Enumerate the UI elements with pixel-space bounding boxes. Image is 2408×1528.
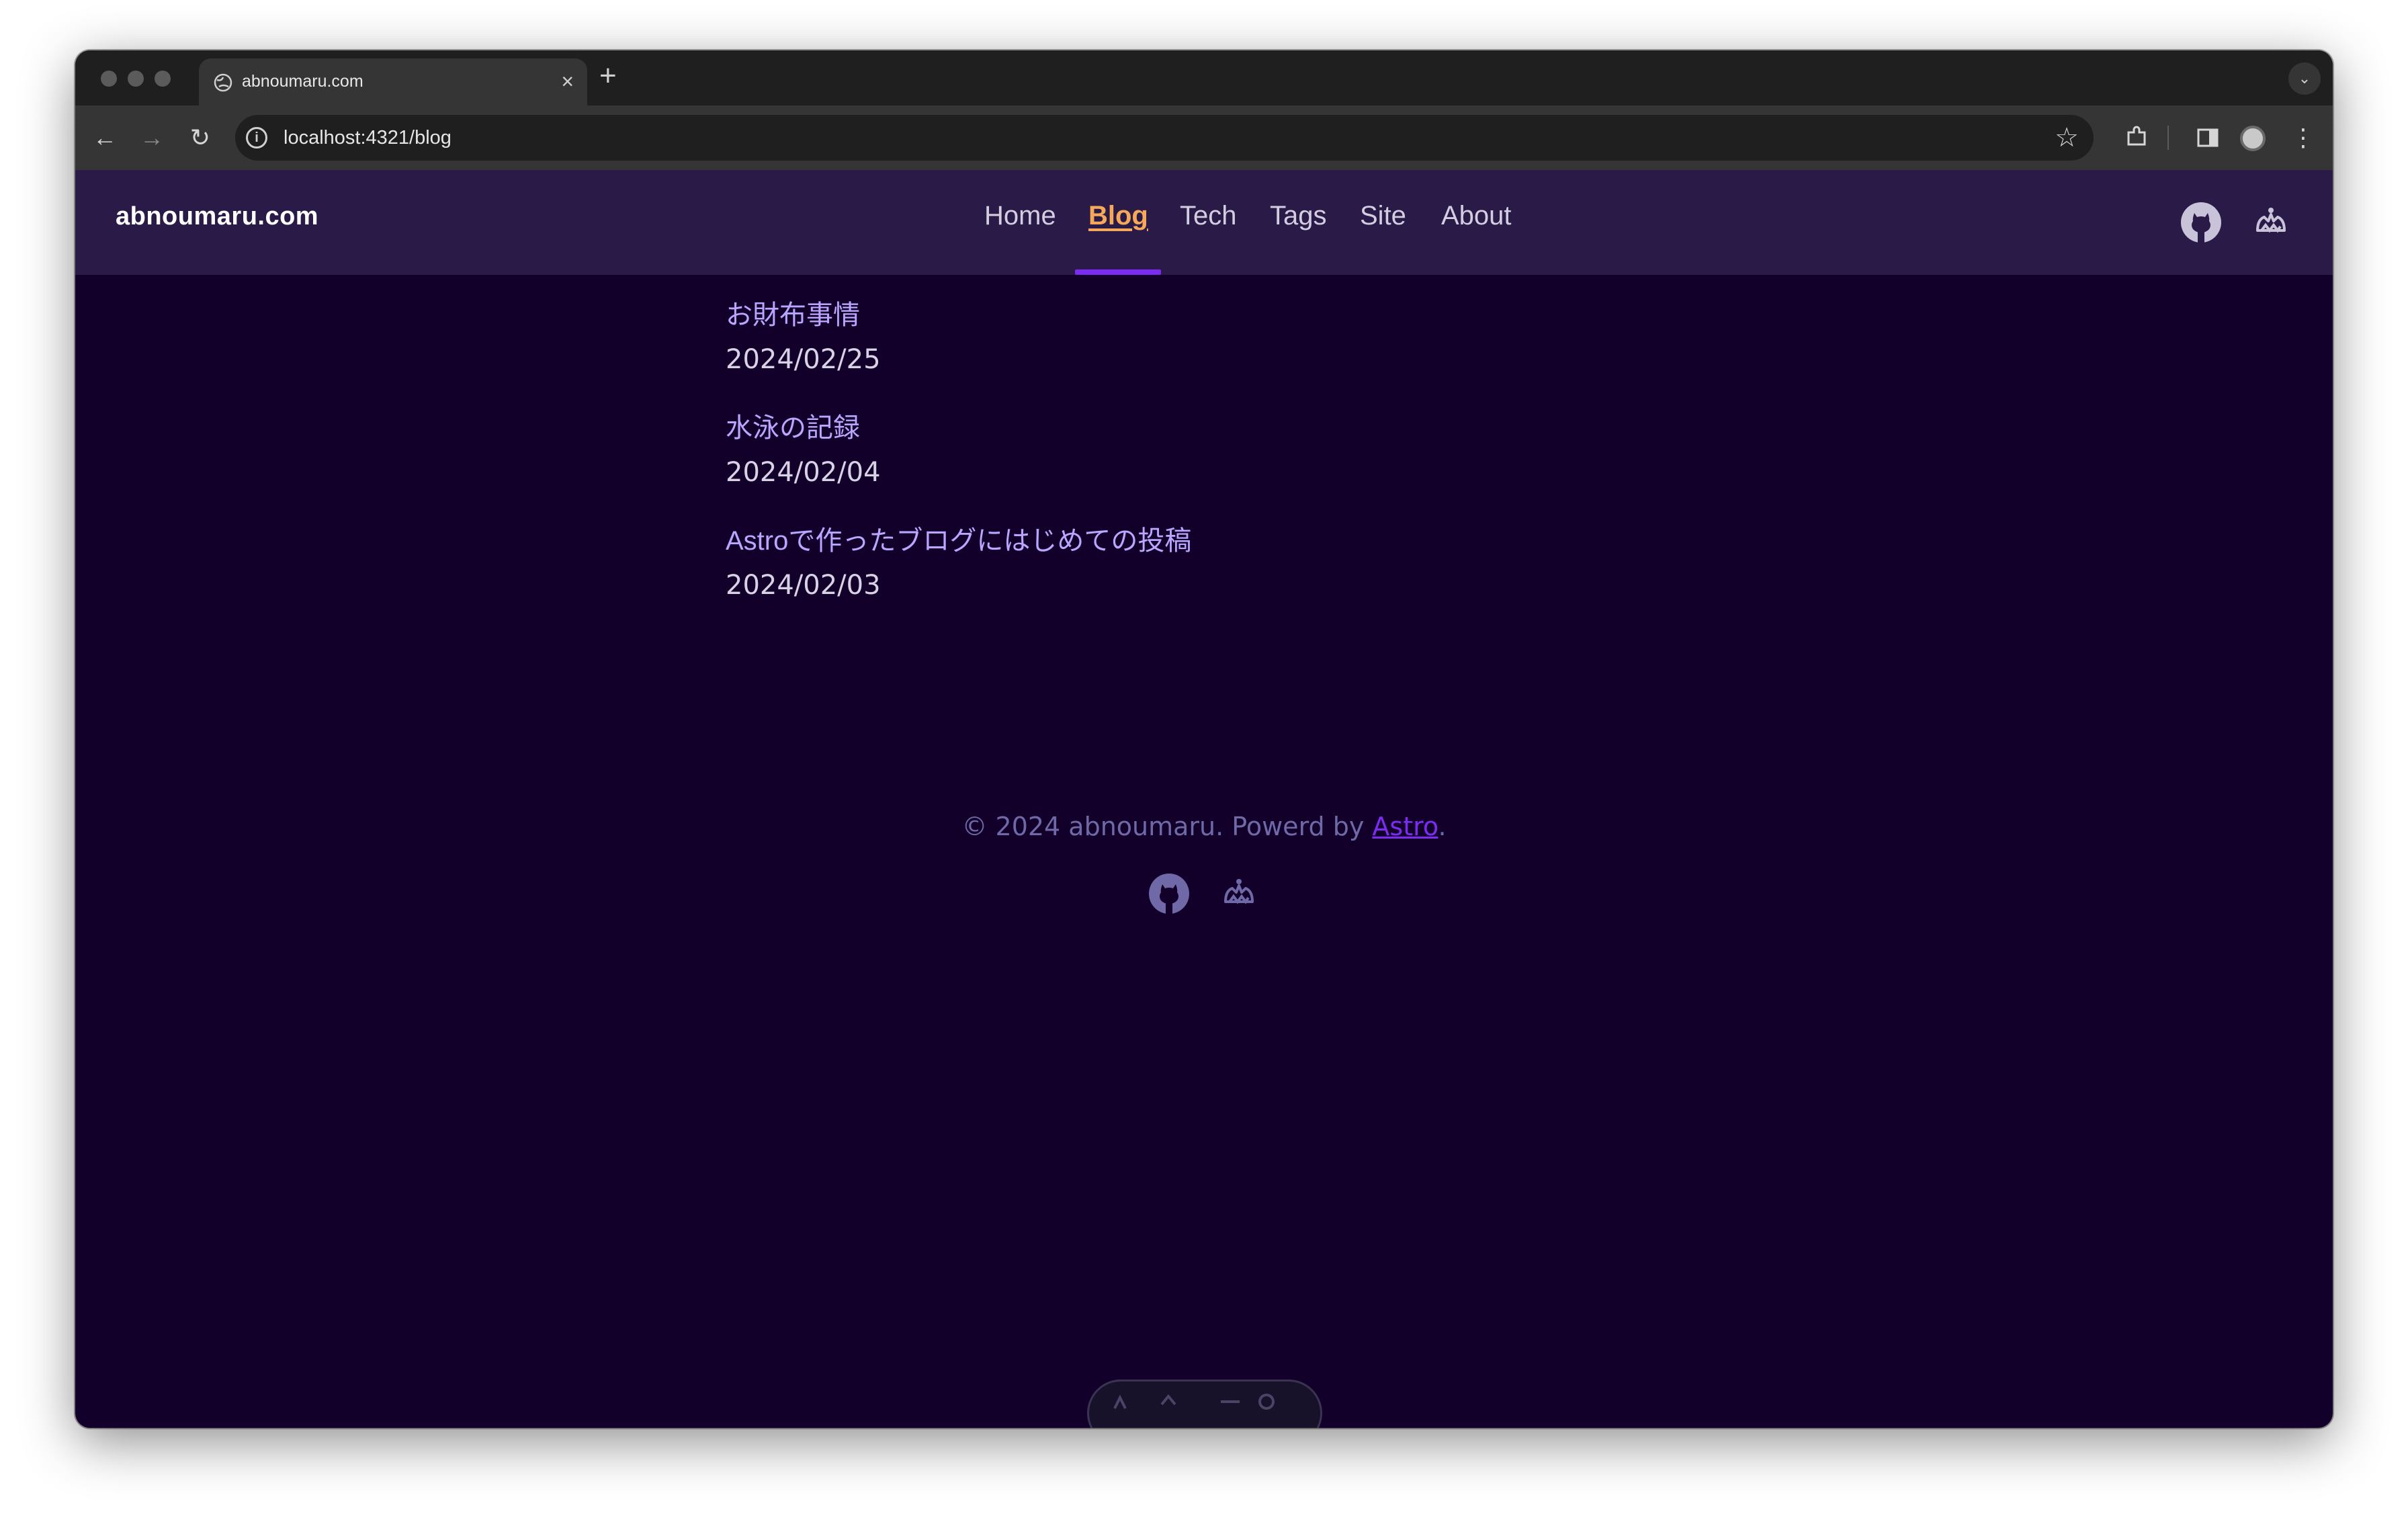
tab-search-button[interactable]: ⌄	[2288, 62, 2321, 95]
dev-toolbar[interactable]	[1087, 1380, 1322, 1428]
forward-button[interactable]: →	[134, 120, 169, 155]
side-panel-icon	[2197, 128, 2219, 147]
toolbar-divider	[2167, 126, 2169, 150]
side-panel-button[interactable]	[2190, 120, 2225, 155]
more-vertical-icon: ⋮	[2291, 124, 2315, 151]
bookmark-star-icon[interactable]: ☆	[2055, 122, 2079, 154]
minimize-window-button[interactable]	[128, 71, 144, 87]
list-item: Astroで作ったブログにはじめての投稿 2024/02/03	[726, 518, 1666, 607]
copyright-suffix: .	[1438, 812, 1447, 841]
puzzle-icon	[2127, 126, 2146, 146]
copyright-text: © 2024 abnoumaru. Powerd by Astro.	[75, 812, 2333, 841]
nav-tags[interactable]: Tags	[1270, 201, 1327, 231]
github-icon[interactable]	[1146, 871, 1192, 917]
nav-home[interactable]: Home	[984, 201, 1056, 231]
list-item: 水泳の記録 2024/02/04	[726, 405, 1666, 494]
misskey-icon[interactable]	[2248, 200, 2294, 245]
post-date: 2024/02/04	[726, 457, 881, 488]
address-bar[interactable]: i localhost:4321/blog ☆	[235, 115, 2094, 161]
site-header: abnoumaru.com Home Blog Tech Tags Site A…	[75, 170, 2333, 275]
zoom-window-button[interactable]	[155, 71, 171, 87]
list-item: お財布事情 2024/02/25	[726, 292, 1666, 381]
profile-avatar[interactable]	[2240, 126, 2266, 151]
post-date: 2024/02/25	[726, 344, 881, 375]
misskey-icon[interactable]	[1216, 871, 1262, 917]
arrow-right-icon: →	[140, 124, 164, 151]
post-title[interactable]: お財布事情	[726, 292, 1666, 338]
tab-title: abnoumaru.com	[242, 72, 363, 91]
extensions-button[interactable]	[2119, 120, 2154, 155]
new-tab-button[interactable]: +	[599, 61, 617, 91]
chevron-down-icon: ⌄	[2298, 70, 2311, 87]
tab-close-button[interactable]: ×	[561, 68, 574, 95]
browser-tab[interactable]: abnoumaru.com ×	[199, 58, 587, 105]
arrow-left-icon: ←	[93, 124, 117, 151]
nav-about[interactable]: About	[1441, 201, 1512, 231]
dev-toolbar-icons	[1113, 1394, 1275, 1410]
tab-strip: abnoumaru.com × + ⌄	[75, 50, 2333, 105]
browser-window: abnoumaru.com × + ⌄ ← → ↻ i localhost:43…	[75, 50, 2333, 1428]
copyright-prefix: © 2024 abnoumaru. Powerd by	[961, 812, 1373, 841]
post-list: お財布事情 2024/02/25 水泳の記録 2024/02/04 Astroで…	[726, 292, 1666, 631]
reload-icon: ↻	[189, 124, 211, 151]
browser-toolbar: ← → ↻ i localhost:4321/blog ☆ ⋮	[75, 105, 2333, 170]
github-icon[interactable]	[2178, 200, 2224, 245]
back-button[interactable]: ←	[87, 120, 122, 155]
close-window-button[interactable]	[101, 71, 117, 87]
active-nav-indicator	[1075, 269, 1161, 275]
post-date: 2024/02/03	[726, 570, 881, 601]
url-text[interactable]: localhost:4321/blog	[284, 127, 452, 149]
reload-button[interactable]: ↻	[183, 120, 218, 155]
post-title[interactable]: 水泳の記録	[726, 405, 1666, 451]
astro-link[interactable]: Astro	[1372, 812, 1438, 841]
footer-social-links	[75, 871, 2333, 925]
menu-button[interactable]: ⋮	[2286, 120, 2321, 155]
info-icon[interactable]: i	[246, 127, 267, 148]
nav-blog[interactable]: Blog	[1088, 201, 1148, 231]
globe-icon	[214, 73, 232, 92]
nav-site[interactable]: Site	[1360, 201, 1406, 231]
site-nav: Home Blog Tech Tags Site About	[75, 201, 2333, 241]
post-title[interactable]: Astroで作ったブログにはじめての投稿	[726, 518, 1666, 564]
nav-tech[interactable]: Tech	[1180, 201, 1237, 231]
site-footer: © 2024 abnoumaru. Powerd by Astro.	[75, 812, 2333, 914]
